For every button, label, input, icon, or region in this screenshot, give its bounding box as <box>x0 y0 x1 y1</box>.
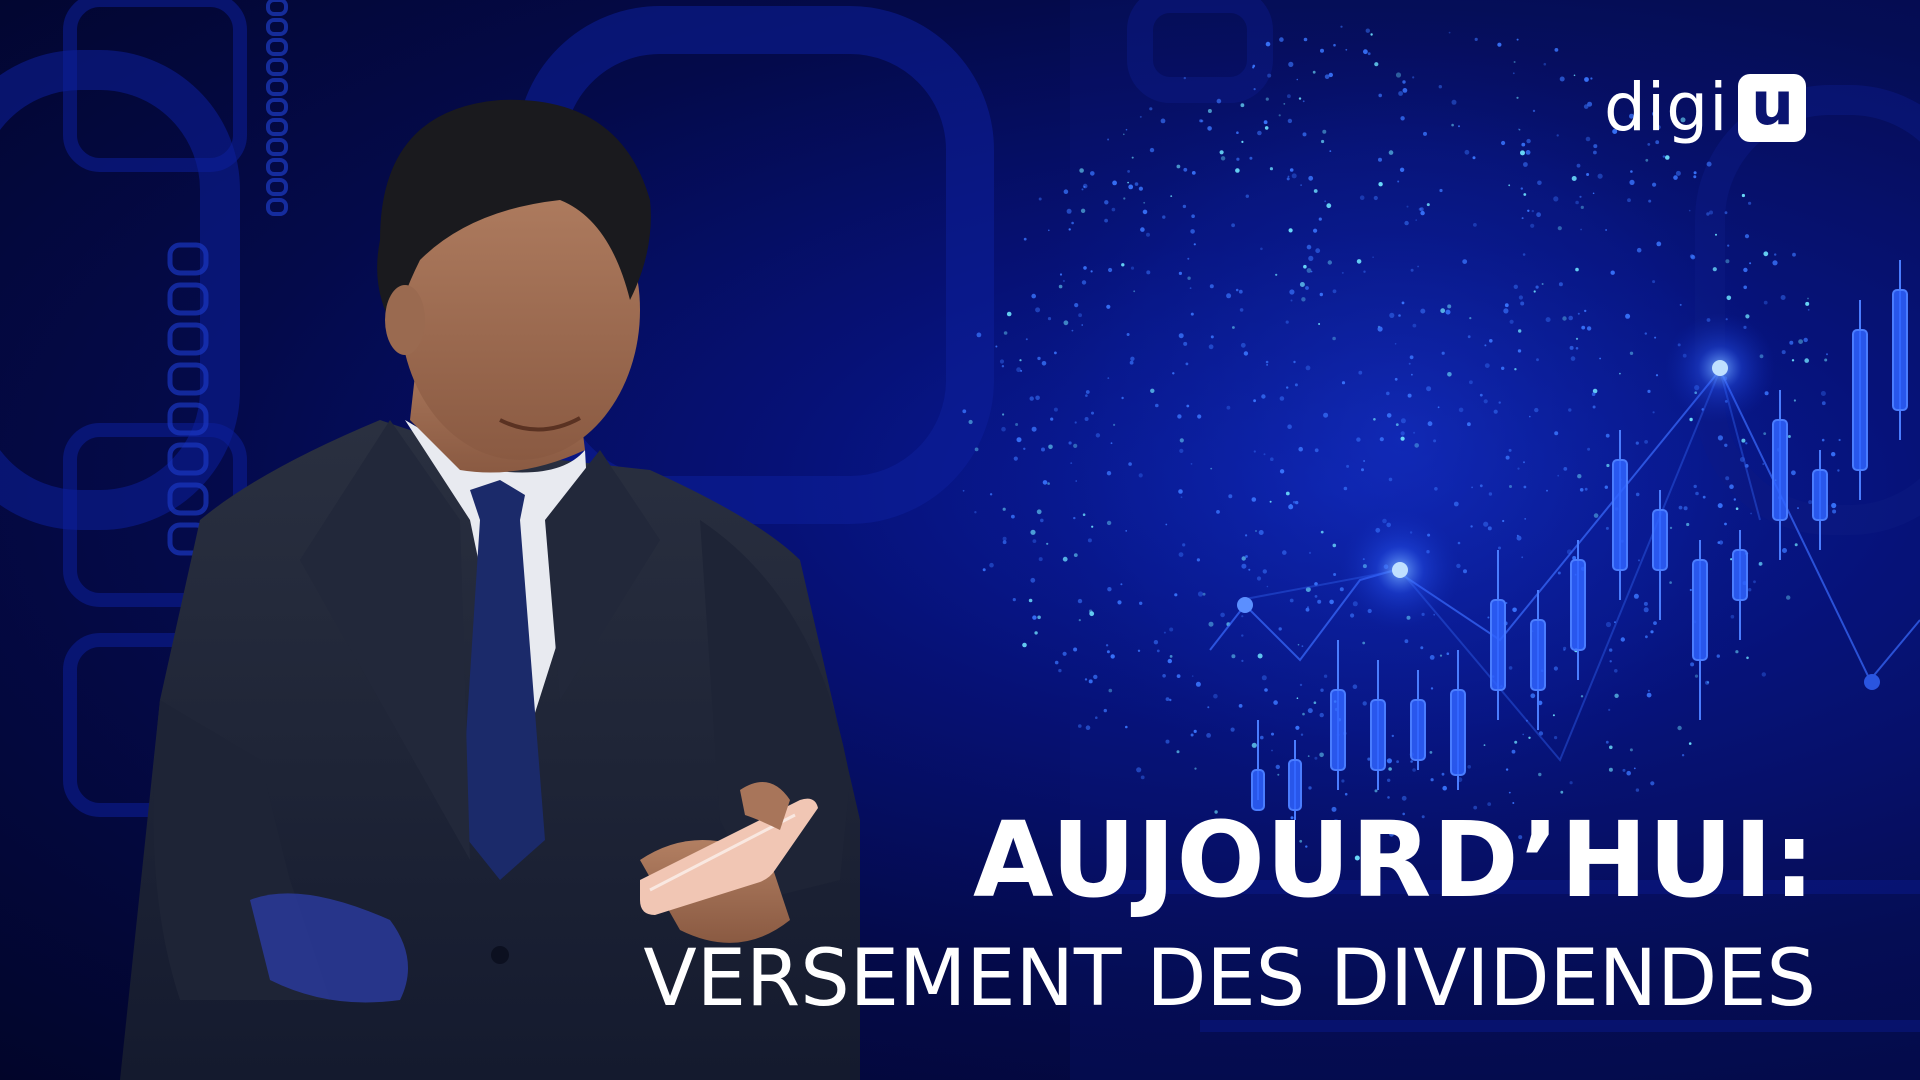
headline: AUJOURD’HUI: <box>973 799 1816 921</box>
logo-wordmark: digi <box>1604 69 1729 146</box>
banner: digi u AUJOURD’HUI: VERSEMENT DES DIVIDE… <box>0 0 1920 1080</box>
logo-mark-icon: u <box>1738 69 1807 142</box>
brand-logo[interactable]: digi u <box>1604 69 1807 146</box>
subheadline: VERSEMENT DES DIVIDENDES <box>643 934 1816 1024</box>
logo-mark-letter: u <box>1751 69 1794 139</box>
